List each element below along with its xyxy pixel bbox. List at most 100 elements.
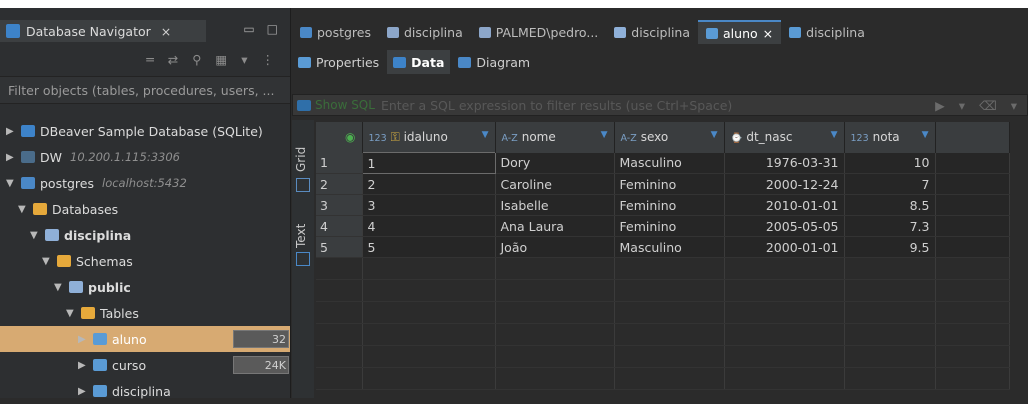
editor-tab[interactable]: disciplina (606, 20, 698, 44)
more-menu-icon[interactable]: ⋮ (262, 52, 275, 67)
expand-down-icon[interactable]: ▼ (30, 230, 42, 241)
close-icon[interactable]: × (161, 24, 171, 39)
editor-tab[interactable]: postgres (292, 20, 379, 44)
navigator-tab[interactable]: Database Navigator × (0, 20, 206, 42)
tab-text[interactable]: Text (294, 224, 308, 248)
tree-node[interactable]: ▼ Tables (0, 300, 290, 326)
table-row[interactable]: 5 5 João Masculino 2000-01-01 9.5 (316, 236, 1010, 258)
expand-down-icon[interactable]: ▼ (54, 282, 66, 293)
tab-properties[interactable]: Properties (292, 50, 385, 74)
grid-cell-sexo[interactable]: Masculino (614, 236, 725, 258)
grid-cell-idaluno[interactable]: 5 (362, 236, 496, 258)
tree-node[interactable]: ▶ DBeaver Sample Database (SQLite) (0, 118, 290, 144)
tab-data[interactable]: Data (387, 50, 451, 74)
tab-grid[interactable]: Grid (294, 147, 308, 172)
sort-chevron-icon[interactable]: ▼ (711, 130, 718, 140)
link-editor-icon[interactable]: ⇄ (168, 52, 178, 67)
expand-down-icon[interactable]: ▼ (66, 308, 78, 319)
sql-filter-input[interactable]: Enter a SQL expression to filter results… (381, 98, 935, 113)
tree-node[interactable]: ▼ Databases (0, 196, 290, 222)
tree-node[interactable]: ▼ disciplina (0, 222, 290, 248)
expand-right-icon[interactable]: ▶ (6, 126, 18, 137)
row-number[interactable]: 3 (316, 194, 363, 216)
connect-icon[interactable]: ⚲ (192, 52, 201, 67)
grid-cell-nota[interactable]: 8.5 (844, 194, 936, 216)
expand-right-icon[interactable]: ▶ (78, 334, 90, 345)
empty-cell (614, 301, 725, 324)
collapse-all-icon[interactable]: ═ (146, 52, 154, 67)
grid-cell-dt_nasc[interactable]: 2010-01-01 (724, 194, 845, 216)
sort-chevron-icon[interactable]: ▼ (482, 130, 489, 140)
grid-cell-nota[interactable]: 9.5 (844, 236, 936, 258)
grid-cell-sexo[interactable]: Feminino (614, 215, 725, 237)
tree-node[interactable]: ▶ DW 10.200.1.115:3306 (0, 144, 290, 170)
column-header-nota[interactable]: 123 nota ▼ (844, 122, 936, 153)
expand-down-icon[interactable]: ▼ (6, 178, 18, 189)
grid-cell-dt_nasc[interactable]: 1976-03-31 (724, 152, 845, 174)
row-number[interactable]: 2 (316, 173, 363, 195)
editor-tab[interactable]: disciplina (379, 20, 471, 44)
filter-history-icon[interactable]: ▾ (959, 98, 965, 113)
grid-cell-idaluno[interactable]: 4 (362, 215, 496, 237)
tree-node[interactable]: ▼ Schemas (0, 248, 290, 274)
expand-down-icon[interactable]: ▼ (42, 256, 54, 267)
column-header-sexo[interactable]: A-Z sexo ▼ (614, 122, 725, 153)
row-number[interactable]: 5 (316, 236, 363, 258)
editor-tab[interactable]: disciplina (781, 20, 873, 44)
chevron-down-icon[interactable]: ▾ (241, 52, 247, 67)
apply-filter-icon[interactable]: ▶ (935, 98, 945, 113)
grid-cell-idaluno[interactable]: 3 (362, 194, 496, 216)
expand-right-icon[interactable]: ▶ (78, 360, 90, 371)
grid-cell-nota[interactable]: 7 (844, 173, 936, 195)
row-number[interactable]: 1 (316, 152, 363, 174)
tree-node[interactable]: ▼ postgres localhost:5432 (0, 170, 290, 196)
database-navigator-icon (6, 24, 20, 38)
clear-filter-icon[interactable]: ⌫ (979, 98, 997, 113)
column-header-idaluno[interactable]: 123 ⚿ idaluno ▼ (362, 122, 496, 153)
grid-cell-dt_nasc[interactable]: 2000-01-01 (724, 236, 845, 258)
minimize-icon[interactable]: ▭ (243, 22, 254, 36)
grid-cell-nota[interactable]: 7.3 (844, 215, 936, 237)
grid-cell-dt_nasc[interactable]: 2005-05-05 (724, 215, 845, 237)
grid-cell-nome[interactable]: Caroline (495, 173, 615, 195)
table-row[interactable]: 2 2 Caroline Feminino 2000-12-24 7 (316, 173, 1010, 195)
filter-objects-input[interactable]: Filter objects (tables, procedures, user… (0, 76, 290, 104)
expand-down-icon[interactable]: ▼ (18, 204, 30, 215)
grid-cell-idaluno[interactable]: 1 (361, 152, 496, 174)
show-sql-button[interactable]: Show SQL (293, 98, 381, 112)
grid-cell-sexo[interactable]: Feminino (614, 173, 725, 195)
grid-cell-nome[interactable]: Ana Laura (495, 215, 615, 237)
column-header-dt_nasc[interactable]: ⌚ dt_nasc ▼ (724, 122, 845, 153)
expand-right-icon[interactable]: ▶ (6, 152, 18, 163)
sort-chevron-icon[interactable]: ▼ (922, 130, 929, 140)
tree-node[interactable]: ▶ disciplina (0, 378, 290, 404)
grid-cell-sexo[interactable]: Feminino (614, 194, 725, 216)
grid-view-icon[interactable] (296, 178, 310, 192)
sort-chevron-icon[interactable]: ▼ (601, 130, 608, 140)
new-connection-icon[interactable]: ▦ (215, 52, 227, 67)
grid-cell-nota[interactable]: 10 (844, 152, 936, 174)
tree-node[interactable]: ▼ public (0, 274, 290, 300)
expand-right-icon[interactable]: ▶ (78, 386, 90, 397)
close-icon[interactable]: × (763, 26, 773, 41)
editor-tab[interactable]: aluno × (698, 20, 782, 44)
sort-chevron-icon[interactable]: ▼ (831, 130, 838, 140)
grid-cell-idaluno[interactable]: 2 (362, 173, 496, 195)
grid-cell-dt_nasc[interactable]: 2000-12-24 (724, 173, 845, 195)
text-view-icon[interactable] (296, 252, 310, 266)
tree-node[interactable]: ▶ aluno 32 (0, 326, 290, 352)
column-header-nome[interactable]: A-Z nome ▼ (495, 122, 615, 153)
grid-cell-sexo[interactable]: Masculino (614, 152, 725, 174)
table-row[interactable]: 3 3 Isabelle Feminino 2010-01-01 8.5 (316, 194, 1010, 216)
table-row[interactable]: 1 1 Dory Masculino 1976-03-31 10 (316, 152, 1010, 174)
grid-cell-nome[interactable]: João (495, 236, 615, 258)
row-number[interactable]: 4 (316, 215, 363, 237)
tab-diagram[interactable]: Diagram (452, 50, 536, 74)
filter-options-icon[interactable]: ▾ (1011, 98, 1017, 113)
grid-cell-nome[interactable]: Dory (495, 152, 615, 174)
table-row[interactable]: 4 4 Ana Laura Feminino 2005-05-05 7.3 (316, 215, 1010, 237)
grid-cell-nome[interactable]: Isabelle (495, 194, 615, 216)
editor-tab[interactable]: PALMED\pedro... (471, 20, 607, 44)
maximize-icon[interactable]: □ (267, 22, 278, 36)
tree-node[interactable]: ▶ curso 24K (0, 352, 290, 378)
